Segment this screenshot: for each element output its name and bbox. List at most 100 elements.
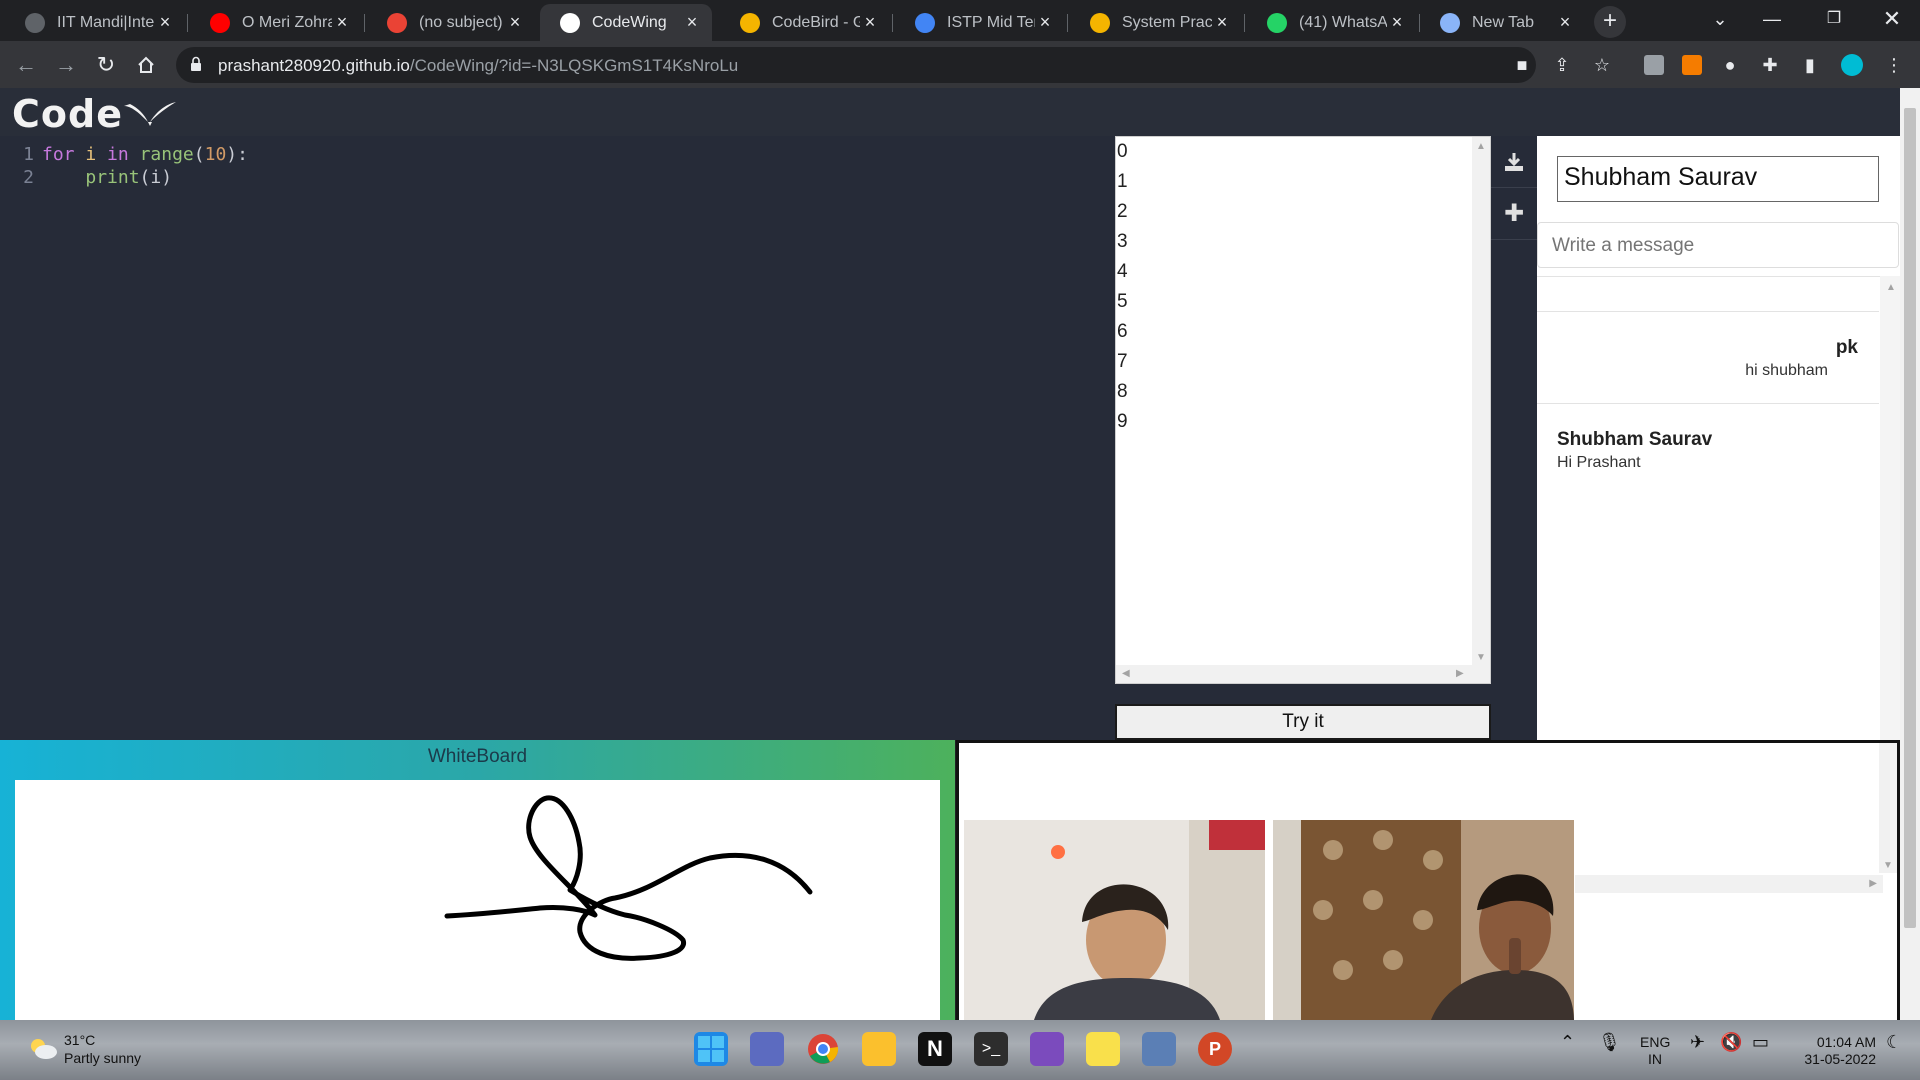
browser-tab[interactable]: O Meri Zohraj ×: [190, 4, 362, 41]
close-window-button[interactable]: ✕: [1862, 0, 1920, 41]
close-tab-icon[interactable]: ×: [1387, 12, 1407, 33]
close-tab-icon[interactable]: ×: [1212, 12, 1232, 33]
browser-tab[interactable]: System Practic×: [1070, 4, 1242, 41]
bookmark-star-icon[interactable]: ☆: [1588, 51, 1616, 79]
extension-orange-icon[interactable]: [1678, 51, 1706, 79]
chat-message-list: pk hi shubham Shubham Saurav Hi Prashant: [1537, 276, 1900, 740]
camera-in-use-icon[interactable]: ■: [1508, 51, 1536, 79]
chat-username-field[interactable]: Shubham Saurav: [1557, 156, 1879, 202]
show-hidden-icons-chevron-icon[interactable]: ⌃: [1560, 1033, 1575, 1051]
teams-chat-icon[interactable]: [750, 1032, 784, 1066]
side-panel-icon[interactable]: ▮: [1796, 51, 1824, 79]
language-indicator[interactable]: ENG IN: [1640, 1034, 1670, 1068]
chat-scrollbar[interactable]: ▲: [1880, 276, 1900, 740]
windows-taskbar: 31°C Partly sunny N >_ P ⌃ 🎙 ENG IN ✈ 🔇 …: [0, 1020, 1920, 1080]
tab-title: CodeWing: [592, 13, 667, 31]
clock[interactable]: 01:04 AM 31-05-2022: [1786, 1034, 1876, 1068]
chrome-menu-icon[interactable]: ⋮: [1880, 51, 1908, 79]
tab-separator: [1244, 14, 1245, 32]
extension-face-icon[interactable]: ●: [1716, 51, 1744, 79]
terminal-icon[interactable]: >_: [974, 1032, 1008, 1066]
chat-divider: [1537, 311, 1879, 312]
browser-tab[interactable]: New Tab ×: [1420, 4, 1585, 41]
browser-tab[interactable]: CodeWing ×: [540, 4, 712, 41]
restore-button[interactable]: ❐: [1804, 0, 1864, 41]
extension-grey-icon[interactable]: [1640, 51, 1668, 79]
close-tab-icon[interactable]: ×: [1035, 12, 1055, 33]
volume-muted-icon[interactable]: 🔇: [1720, 1033, 1742, 1051]
page-scrollbar[interactable]: [1900, 88, 1920, 1020]
output-line: 0: [1117, 141, 1128, 162]
visual-studio-icon[interactable]: [1030, 1032, 1064, 1066]
chat-message-author: Shubham Saurav: [1557, 429, 1713, 450]
close-tab-icon[interactable]: ×: [682, 12, 702, 33]
docs-icon: [915, 12, 935, 33]
close-tab-icon[interactable]: ×: [860, 12, 880, 33]
battery-icon[interactable]: ▭: [1752, 1033, 1769, 1051]
forward-button[interactable]: →: [50, 49, 82, 81]
chat-panel: Shubham Saurav Write a message pk hi shub…: [1537, 136, 1900, 740]
back-button[interactable]: ←: [10, 49, 42, 81]
add-icon[interactable]: ✚: [1491, 188, 1537, 240]
tab-title: (no subject) -: [419, 13, 505, 31]
tab-title: (41) WhatsApp: [1299, 13, 1387, 31]
reload-button[interactable]: ↻: [90, 49, 122, 81]
code-editor[interactable]: 1 for i in range(10): 2 print(i): [0, 136, 1115, 740]
close-tab-icon[interactable]: ×: [155, 12, 175, 33]
download-icon[interactable]: [1491, 136, 1537, 188]
output-horizontal-scrollbar[interactable]: ◀ ▶: [1116, 665, 1490, 683]
tab-search-button[interactable]: ⌄: [1690, 0, 1750, 41]
notification-moon-icon[interactable]: ☾: [1886, 1033, 1902, 1051]
tab-title: System Practic: [1122, 13, 1212, 31]
close-tab-icon[interactable]: ×: [1555, 12, 1575, 33]
browser-tab[interactable]: (no subject) - ×: [367, 4, 535, 41]
code-line[interactable]: 2 print(i): [0, 167, 1115, 191]
whatsapp-icon: [1267, 12, 1287, 33]
code-token: 10: [204, 144, 227, 165]
video-call-panel: ▼ ▶: [956, 740, 1900, 1020]
minimize-button[interactable]: —: [1742, 0, 1802, 41]
home-button[interactable]: [130, 49, 162, 81]
sticky-notes-icon[interactable]: [1086, 1032, 1120, 1066]
code-text: for i in range(10):: [42, 144, 248, 165]
browser-tab[interactable]: CodeBird - Go×: [720, 4, 890, 41]
output-vertical-scrollbar[interactable]: ▲ ▼: [1472, 137, 1490, 667]
browser-tab[interactable]: (41) WhatsApp×: [1247, 4, 1417, 41]
partly-sunny-icon: [31, 1039, 57, 1059]
puzzle-extensions-icon[interactable]: ✚: [1756, 51, 1784, 79]
chat-message-input[interactable]: Write a message: [1537, 222, 1899, 268]
new-tab-button[interactable]: +: [1594, 6, 1626, 38]
tab-separator: [364, 14, 365, 32]
whiteboard-canvas[interactable]: [15, 780, 940, 1020]
file-explorer-icon[interactable]: [862, 1032, 896, 1066]
output-line: 8: [1117, 381, 1128, 402]
airplane-mode-icon[interactable]: ✈: [1690, 1033, 1705, 1051]
code-line[interactable]: 1 for i in range(10):: [0, 144, 1115, 168]
slides-icon: [1090, 12, 1110, 33]
on-screen-keyboard-icon[interactable]: [1142, 1032, 1176, 1066]
profile-avatar-icon[interactable]: [1838, 51, 1866, 79]
region-code: IN: [1648, 1051, 1662, 1067]
try-it-button[interactable]: Try it: [1115, 704, 1491, 740]
code-token: for: [42, 144, 75, 165]
close-tab-icon[interactable]: ×: [505, 12, 525, 33]
output-panel[interactable]: ▲ ▼ ◀ ▶ 0 1 2 3 4 5 6 7 8 9: [1115, 136, 1491, 684]
chrome-taskbar-icon[interactable]: [806, 1032, 840, 1066]
close-tab-icon[interactable]: ×: [332, 12, 352, 33]
address-bar[interactable]: prashant280920.github.io/CodeWing/?id=-N…: [176, 47, 1536, 83]
video-horizontal-scrollbar[interactable]: ▶: [1575, 875, 1883, 893]
share-icon[interactable]: ⇪: [1548, 51, 1576, 79]
browser-tab[interactable]: ISTP Mid Term×: [895, 4, 1065, 41]
start-windows-icon[interactable]: [694, 1032, 728, 1066]
notion-icon[interactable]: N: [918, 1032, 952, 1066]
code-token: in: [107, 144, 129, 165]
powerpoint-icon[interactable]: P: [1198, 1032, 1232, 1066]
microphone-icon[interactable]: 🎙: [1598, 1033, 1621, 1051]
lock-icon: [191, 56, 201, 71]
video-vertical-scrollbar[interactable]: ▼: [1879, 743, 1897, 873]
tab-title: ISTP Mid Term: [947, 13, 1035, 31]
browser-tab[interactable]: IIT Mandi|Inter ×: [5, 4, 185, 41]
